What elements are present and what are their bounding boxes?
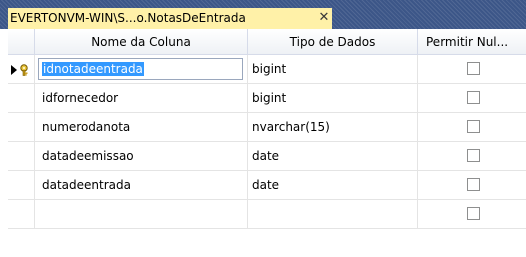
column-header-data-type[interactable]: Tipo de Dados: [248, 29, 418, 55]
column-name-cell[interactable]: datadeemissao: [35, 142, 248, 171]
column-name-editor[interactable]: idnotadeentrada: [38, 58, 243, 80]
column-name-cell[interactable]: numerodanota: [35, 113, 248, 142]
allow-nulls-checkbox[interactable]: [467, 207, 480, 220]
allow-nulls-cell: [418, 142, 526, 171]
data-type-cell[interactable]: bigint: [248, 84, 418, 113]
allow-nulls-cell: [418, 200, 526, 229]
allow-nulls-cell: [418, 84, 526, 113]
data-type-cell[interactable]: [248, 200, 418, 229]
column-name-text: datadeentrada: [42, 178, 131, 192]
tab-title: EVERTONVM-WIN\S...o.NotasDeEntrada: [10, 11, 246, 25]
row-selector[interactable]: [8, 113, 35, 142]
row-selector[interactable]: [8, 200, 35, 229]
column-name-cell[interactable]: idfornecedor: [35, 84, 248, 113]
data-type-text: bigint: [252, 91, 287, 105]
table-row[interactable]: idnotadeentrada bigint: [8, 55, 526, 84]
column-name-cell[interactable]: [35, 200, 248, 229]
allow-nulls-checkbox[interactable]: [467, 149, 480, 162]
column-name-text: datadeemissao: [42, 149, 134, 163]
table-row[interactable]: datadeemissao date: [8, 142, 526, 171]
column-name-text: numerodanota: [42, 120, 131, 134]
data-type-cell[interactable]: date: [248, 171, 418, 200]
data-type-text: date: [252, 178, 280, 192]
row-selector[interactable]: [8, 55, 35, 84]
data-type-text: bigint: [252, 62, 287, 76]
column-header-name[interactable]: Nome da Coluna: [35, 29, 248, 55]
column-name-text: idfornecedor: [42, 91, 119, 105]
document-tab-notasdeentrada[interactable]: EVERTONVM-WIN\S...o.NotasDeEntrada ✕: [8, 8, 332, 29]
data-type-text: nvarchar(15): [252, 120, 330, 134]
table-row[interactable]: numerodanota nvarchar(15): [8, 113, 526, 142]
data-type-text: date: [252, 149, 280, 163]
data-type-cell[interactable]: date: [248, 142, 418, 171]
table-row[interactable]: datadeentrada date: [8, 171, 526, 200]
column-name-cell[interactable]: idnotadeentrada: [35, 55, 248, 84]
row-selector[interactable]: [8, 171, 35, 200]
table-row[interactable]: idfornecedor bigint: [8, 84, 526, 113]
data-type-cell[interactable]: nvarchar(15): [248, 113, 418, 142]
allow-nulls-cell: [418, 113, 526, 142]
allow-nulls-checkbox[interactable]: [467, 91, 480, 104]
allow-nulls-cell: [418, 171, 526, 200]
row-header-corner: [8, 29, 35, 55]
column-name-cell[interactable]: datadeentrada: [35, 171, 248, 200]
new-row[interactable]: [8, 200, 526, 229]
table-designer-grid: Nome da Coluna Tipo de Dados Permitir Nu…: [8, 29, 526, 257]
close-tab-icon[interactable]: ✕: [317, 10, 331, 26]
allow-nulls-checkbox[interactable]: [467, 178, 480, 191]
data-type-cell[interactable]: bigint: [248, 55, 418, 84]
document-tab-strip: EVERTONVM-WIN\S...o.NotasDeEntrada ✕: [0, 0, 526, 29]
allow-nulls-checkbox[interactable]: [467, 120, 480, 133]
column-name-text: idnotadeentrada: [42, 62, 144, 76]
primary-key-icon: [11, 64, 28, 76]
allow-nulls-cell: [418, 55, 526, 84]
row-selector[interactable]: [8, 84, 35, 113]
row-selector[interactable]: [8, 142, 35, 171]
allow-nulls-checkbox[interactable]: [467, 62, 480, 75]
column-header-allow-nulls[interactable]: Permitir Nul...: [418, 29, 526, 55]
